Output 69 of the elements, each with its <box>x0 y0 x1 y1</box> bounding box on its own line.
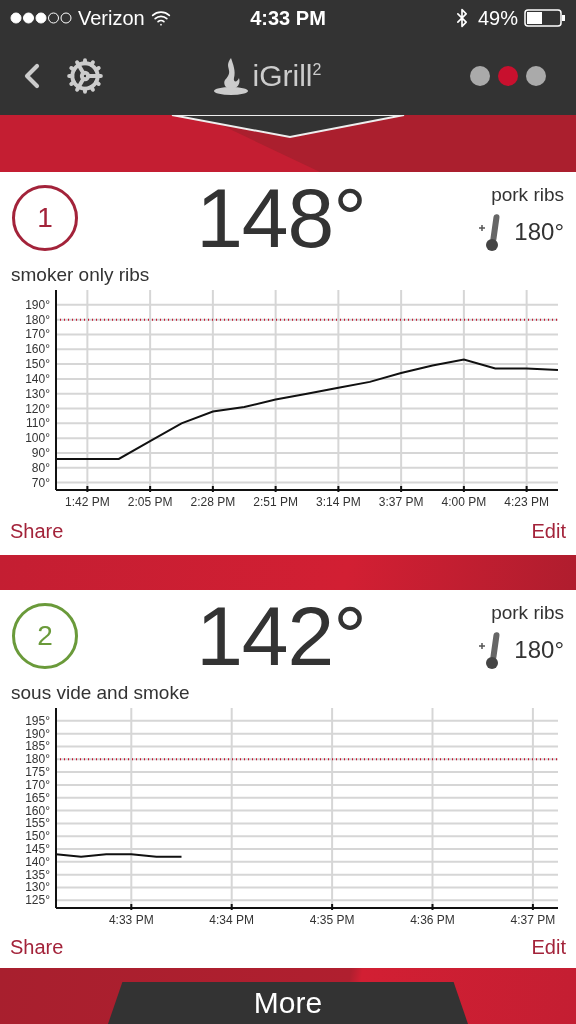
probe-title: smoker only ribs <box>10 264 151 286</box>
y-tick-label: 165° <box>25 790 50 805</box>
x-tick-label: 4:33 PM <box>108 913 154 926</box>
y-tick-label: 125° <box>25 893 50 908</box>
y-tick-label: 185° <box>25 739 50 754</box>
x-tick-label: 4:36 PM <box>410 913 455 926</box>
y-tick-label: 140° <box>25 854 50 869</box>
y-tick-label: 150° <box>25 357 50 372</box>
current-temperature: 148° <box>195 169 367 267</box>
y-tick-label: 120° <box>25 401 50 416</box>
thermometer-icon <box>478 630 501 670</box>
y-tick-label: 160° <box>25 342 50 357</box>
y-tick-label: 70° <box>31 475 50 490</box>
probe-number: 2 <box>12 603 78 669</box>
y-tick-label: 175° <box>25 765 50 780</box>
x-tick-label: 4:34 PM <box>209 913 255 926</box>
clock-time: 4:33 PM <box>249 6 327 30</box>
y-tick-label: 190° <box>25 297 50 312</box>
y-tick-label: 160° <box>25 803 50 818</box>
x-tick-label: 4:23 PM <box>504 495 549 508</box>
share-link[interactable]: Share <box>10 520 64 543</box>
x-tick-label: 4:00 PM <box>441 495 487 508</box>
settings-icon[interactable] <box>66 56 104 95</box>
y-tick-label: 80° <box>31 460 50 475</box>
y-tick-label: 180° <box>25 752 50 767</box>
page-dot[interactable] <box>470 65 490 86</box>
probe-number: 1 <box>12 185 78 251</box>
y-tick-label: 110° <box>26 416 50 431</box>
battery-percent: 49% <box>477 6 518 30</box>
y-tick-label: 130° <box>25 880 50 895</box>
x-tick-label: 3:37 PM <box>378 495 424 508</box>
target-temperature: 180° <box>514 636 564 664</box>
y-tick-label: 180° <box>25 312 50 327</box>
y-tick-label: 100° <box>25 431 50 446</box>
y-tick-label: 190° <box>25 726 50 741</box>
x-tick-label: 1:42 PM <box>65 495 110 508</box>
edit-link[interactable]: Edit <box>531 935 566 959</box>
target-temperature: 180° <box>514 218 564 246</box>
page-dot[interactable] <box>498 65 518 86</box>
x-tick-label: 2:05 PM <box>127 495 173 508</box>
y-tick-label: 130° <box>25 386 50 401</box>
x-tick-label: 2:51 PM <box>253 495 298 508</box>
share-link[interactable]: Share <box>10 935 64 959</box>
y-tick-label: 90° <box>31 445 50 460</box>
food-name: pork ribs <box>491 184 564 206</box>
y-tick-label: 140° <box>25 371 50 386</box>
y-tick-label: 145° <box>25 842 50 857</box>
probe-title: sous vide and smoke <box>10 682 191 704</box>
current-temperature: 142° <box>195 587 367 685</box>
y-tick-label: 170° <box>25 327 50 342</box>
food-name: pork ribs <box>491 602 564 624</box>
app-logo: iGrill$^{2}$ <box>252 58 322 93</box>
x-tick-label: 2:28 PM <box>190 495 236 508</box>
y-tick-label: 135° <box>25 867 50 882</box>
more-button[interactable]: More <box>108 982 468 1024</box>
y-tick-label: 170° <box>25 777 50 792</box>
x-tick-label: 4:37 PM <box>510 913 556 926</box>
edit-link[interactable]: Edit <box>531 520 566 543</box>
y-tick-label: 195° <box>25 713 50 728</box>
y-tick-label: 155° <box>25 816 50 831</box>
x-tick-label: 3:14 PM <box>316 495 361 508</box>
thermometer-icon <box>478 212 501 252</box>
y-tick-label: 150° <box>25 829 50 844</box>
x-tick-label: 4:35 PM <box>309 913 355 926</box>
signal-icon <box>10 12 72 24</box>
battery-icon <box>524 9 566 27</box>
wifi-icon <box>150 8 171 28</box>
carrier-name: Verizon <box>78 6 145 30</box>
page-dot[interactable] <box>526 65 546 86</box>
